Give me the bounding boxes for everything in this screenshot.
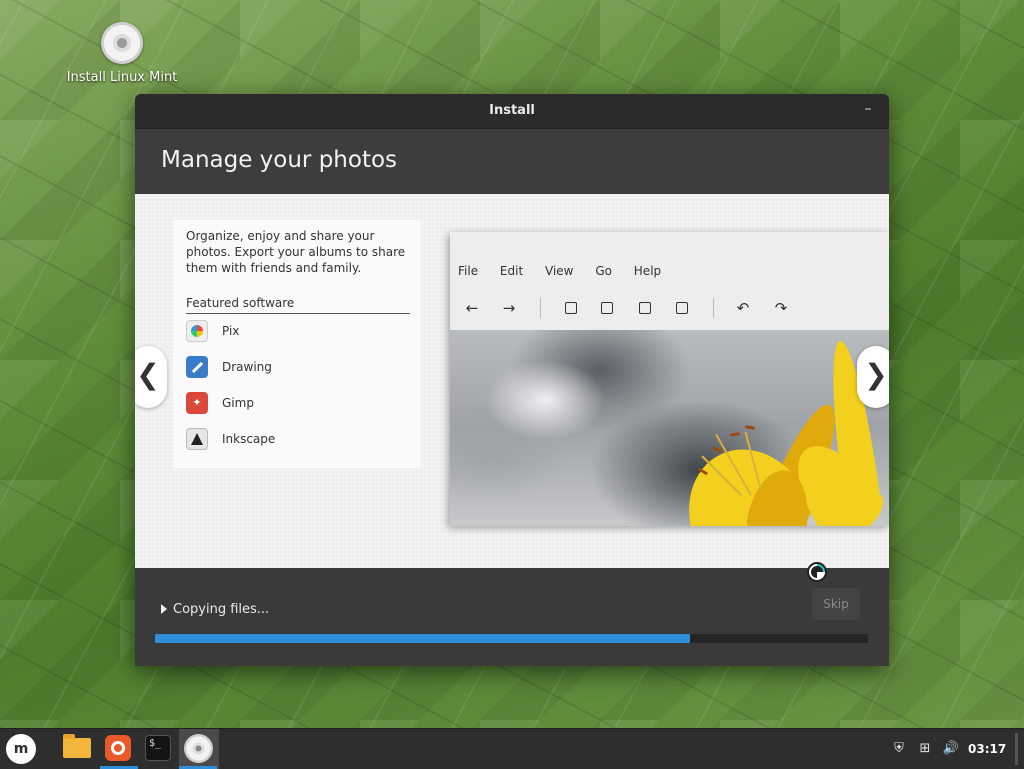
shield-icon[interactable]: ⛨ <box>888 729 910 769</box>
clock[interactable]: 03:17 <box>968 729 1006 769</box>
inkscape-icon <box>186 428 208 450</box>
lily-photo <box>450 330 889 526</box>
slideshow-panel: Organize, enjoy and share your photos. E… <box>135 194 889 568</box>
progress-fill <box>155 634 690 643</box>
anther <box>711 446 723 453</box>
rotate-right-icon: ↷ <box>774 299 788 317</box>
next-slide-button[interactable]: ❯ <box>857 346 889 408</box>
start-menu-button[interactable]: m <box>0 729 40 769</box>
slide-title: Manage your photos <box>161 147 398 173</box>
zoom-in-icon <box>597 298 617 318</box>
app-name: Inkscape <box>222 432 276 446</box>
installer-taskbar-button[interactable] <box>179 729 219 769</box>
folder-icon <box>63 734 91 758</box>
previous-slide-button[interactable]: ❮ <box>135 346 167 408</box>
firefox-launcher[interactable] <box>100 729 140 769</box>
files-launcher[interactable] <box>60 729 100 769</box>
slide-description: Organize, enjoy and share your photos. E… <box>186 229 406 275</box>
progress-status[interactable]: Copying files... <box>161 602 269 617</box>
terminal-icon: $_ <box>145 735 171 761</box>
show-desktop-button[interactable] <box>1015 733 1018 765</box>
slide-header: Manage your photos <box>135 129 889 195</box>
menu-edit: Edit <box>499 264 524 278</box>
drawing-icon <box>186 356 208 378</box>
zoom-out-icon <box>561 298 581 318</box>
expander-triangle-icon <box>161 604 167 614</box>
disc-icon <box>101 22 143 64</box>
terminal-launcher[interactable]: $_ <box>140 729 180 769</box>
app-name: Gimp <box>222 396 254 410</box>
menu-file: File <box>458 264 479 278</box>
anther <box>729 432 741 437</box>
zoom-fit-icon <box>672 298 692 318</box>
screenshot-menubar: File Edit View Go Help <box>458 264 679 278</box>
window-title: Install <box>489 103 535 118</box>
toolbar-separator <box>713 298 714 318</box>
taskbar: m $_ ⛨ ⊞ 🔊 03:17 <box>0 728 1024 769</box>
desktop-icon-label: Install Linux Mint <box>66 70 178 85</box>
disc-icon <box>184 734 213 763</box>
network-icon[interactable]: ⊞ <box>914 729 936 769</box>
info-card: Organize, enjoy and share your photos. E… <box>173 220 421 468</box>
status-text: Copying files... <box>173 602 270 617</box>
pix-icon <box>186 320 208 342</box>
back-arrow-icon: ← <box>465 299 479 317</box>
app-name: Drawing <box>222 360 272 374</box>
firefox-icon <box>105 735 131 761</box>
menu-help: Help <box>633 264 662 278</box>
app-name: Pix <box>222 324 240 338</box>
install-linux-mint-desktop-icon[interactable]: Install Linux Mint <box>60 22 184 85</box>
app-screenshot: File Edit View Go Help ← → ↶ ↷ <box>450 232 889 526</box>
installer-footer: Copying files... Skip <box>135 562 889 666</box>
anther <box>744 425 756 430</box>
busy-spinner-icon <box>807 562 827 582</box>
title-bar[interactable]: Install – <box>135 94 889 129</box>
installer-window: Install – Manage your photos Organize, e… <box>135 94 889 666</box>
menu-go: Go <box>595 264 612 278</box>
zoom-actual-icon <box>635 298 655 318</box>
gimp-icon: ✦ <box>186 392 208 414</box>
toolbar-separator <box>540 298 541 318</box>
rotate-left-icon: ↶ <box>736 299 750 317</box>
progress-bar <box>155 634 868 643</box>
forward-arrow-icon: → <box>502 299 516 317</box>
skip-button[interactable]: Skip <box>812 588 860 620</box>
featured-software-heading: Featured software <box>186 296 410 314</box>
minimize-button[interactable]: – <box>857 98 879 120</box>
mint-logo-icon: m <box>6 734 36 764</box>
volume-icon[interactable]: 🔊 <box>940 729 962 769</box>
menu-view: View <box>545 264 574 278</box>
